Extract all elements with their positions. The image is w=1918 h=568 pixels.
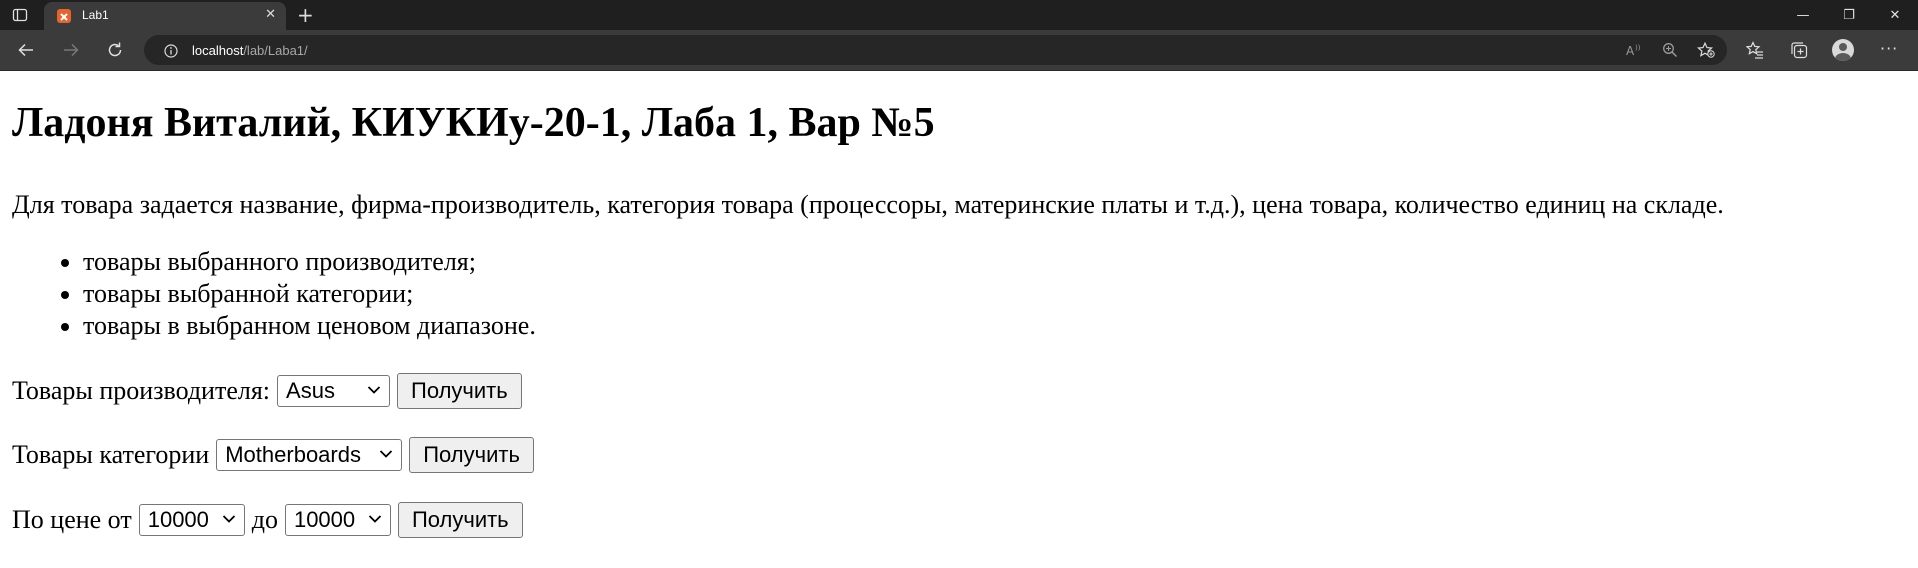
info-icon[interactable] — [164, 43, 178, 58]
address-bar[interactable]: localhost/lab/Laba1/ A)) — [144, 35, 1727, 65]
price-form: По цене от 10000 до 10000 Получить — [12, 502, 523, 538]
favorites-icon[interactable] — [1745, 41, 1764, 59]
url-host: localhost — [192, 43, 244, 58]
chevron-down-icon — [368, 515, 382, 523]
url-path: /lab/Laba1/ — [243, 43, 308, 58]
get-by-price-button[interactable]: Получить — [397, 502, 523, 538]
browser-tab-strip: Lab1 ✕ + — ❐ ✕ — [0, 0, 1918, 30]
list-item: товары выбранной категории; — [83, 278, 536, 310]
manufacturer-select-value: Asus — [286, 378, 335, 403]
price-to-select[interactable]: 10000 — [284, 504, 391, 536]
category-label: Товары категории — [12, 440, 210, 469]
forward-icon[interactable] — [59, 39, 83, 61]
tab-close-icon[interactable]: ✕ — [265, 7, 276, 23]
url-text[interactable]: localhost/lab/Laba1/ — [192, 43, 308, 58]
category-form: Товары категории Motherboards Получить — [12, 437, 534, 473]
close-window-button[interactable]: ✕ — [1872, 0, 1918, 30]
manufacturer-select[interactable]: Asus — [277, 375, 391, 407]
chevron-down-icon — [380, 450, 393, 458]
tab-title: Lab1 — [82, 8, 109, 22]
get-by-category-button[interactable]: Получить — [409, 437, 534, 473]
xampp-favicon-icon — [57, 9, 71, 23]
category-select-value: Motherboards — [225, 442, 361, 467]
new-tab-button[interactable]: + — [297, 3, 314, 27]
read-aloud-icon[interactable]: A)) — [1626, 42, 1642, 58]
list-item: товары в выбранном ценовом диапазоне. — [83, 310, 536, 342]
tab-actions-icon[interactable] — [12, 7, 28, 23]
list-item: товары выбранного производителя; — [83, 246, 536, 278]
add-favorite-icon[interactable] — [1696, 41, 1715, 58]
collections-icon[interactable] — [1790, 41, 1808, 59]
minimize-button[interactable]: — — [1780, 0, 1826, 30]
browser-tab[interactable]: Lab1 ✕ — [44, 2, 286, 30]
task-list: товары выбранного производителя; товары … — [50, 246, 536, 342]
chevron-down-icon — [222, 515, 235, 523]
svg-text:A: A — [1626, 44, 1635, 58]
manufacturer-label: Товары производителя: — [12, 376, 271, 405]
price-from-select[interactable]: 10000 — [138, 504, 245, 536]
price-from-value: 10000 — [147, 507, 209, 532]
price-to-label: до — [251, 505, 278, 534]
chevron-down-icon — [367, 386, 381, 394]
category-select[interactable]: Motherboards — [216, 439, 403, 471]
restore-button[interactable]: ❐ — [1826, 0, 1872, 30]
svg-text:)): )) — [1635, 44, 1641, 52]
page-content: Ладоня Виталий, КИУКИу-20-1, Лаба 1, Вар… — [0, 71, 1918, 568]
price-from-label: По цене от — [12, 505, 132, 534]
refresh-icon[interactable] — [103, 39, 127, 61]
back-icon[interactable] — [14, 39, 38, 61]
zoom-icon[interactable] — [1662, 42, 1678, 58]
price-to-value: 10000 — [293, 507, 356, 532]
get-by-manufacturer-button[interactable]: Получить — [397, 373, 522, 409]
task-description: Для товара задается название, фирма-прои… — [12, 190, 1724, 219]
browser-toolbar: localhost/lab/Laba1/ A)) ··· — [0, 30, 1918, 71]
manufacturer-form: Товары производителя: Asus Получить — [12, 373, 522, 409]
profile-avatar[interactable] — [1832, 39, 1854, 61]
more-icon[interactable]: ··· — [1880, 39, 1898, 58]
page-title: Ладоня Виталий, КИУКИу-20-1, Лаба 1, Вар… — [12, 100, 935, 146]
